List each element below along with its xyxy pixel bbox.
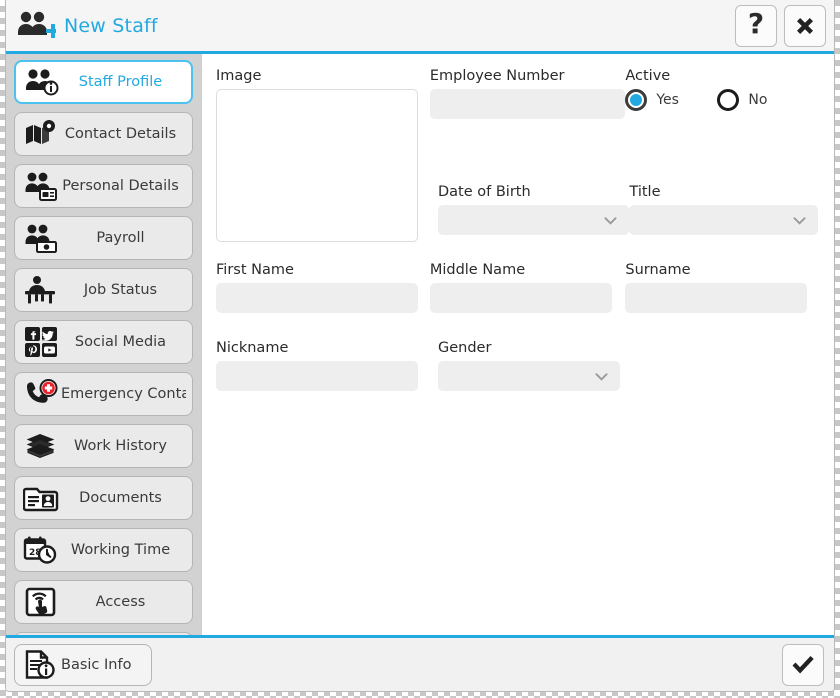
sidebar-item-label: Social Media — [74, 334, 167, 350]
field-nickname: Nickname — [216, 340, 438, 391]
active-radio-no[interactable]: No — [717, 89, 767, 111]
surname-input[interactable] — [625, 283, 808, 313]
dialog-body: Staff Profile Contact Details Personal D… — [6, 54, 834, 635]
first-name-input[interactable] — [216, 283, 418, 313]
sidebar-item-access[interactable]: Access — [14, 580, 193, 624]
sidebar-item-social-media[interactable]: Social Media — [14, 320, 193, 364]
sidebar-item-label: Access — [95, 594, 146, 610]
middle-name-input[interactable] — [429, 283, 612, 313]
sidebar-item-label: Job Status — [83, 282, 158, 298]
radio-no-label: No — [748, 92, 768, 108]
sidebar-item-payroll[interactable]: Payroll — [14, 216, 193, 260]
active-label: Active — [625, 68, 671, 84]
nickname-input[interactable] — [216, 361, 418, 391]
field-date-of-birth: Date of Birth — [438, 184, 630, 235]
active-radio-group[interactable]: Yes No — [625, 89, 818, 111]
sidebar-item-label: Personal Details — [62, 178, 179, 194]
sidebar-item-label: Contact Details — [64, 126, 177, 142]
date-of-birth-label: Date of Birth — [438, 184, 531, 200]
sidebar-item-label: Emergency Contact — [61, 386, 186, 402]
basic-info-label: Basic Info — [61, 656, 132, 673]
basic-info-icon — [21, 648, 61, 682]
form-row-3: First Name Middle Name Surname — [216, 262, 818, 313]
staff-profile-icon — [22, 65, 62, 99]
field-middle-name: Middle Name — [429, 262, 626, 313]
basic-info-button[interactable]: Basic Info — [14, 643, 153, 686]
documents-icon — [21, 481, 61, 515]
add-staff-icon — [16, 9, 56, 43]
sidebar-item-work-history[interactable]: Work History — [14, 424, 193, 468]
middle-name-label: Middle Name — [429, 262, 526, 278]
job-status-icon — [21, 273, 61, 307]
radio-yes-label: Yes — [656, 92, 679, 108]
field-image: Image — [216, 68, 430, 242]
page-title: New Staff — [64, 14, 158, 37]
form-row-4: Nickname Gender — [216, 340, 818, 391]
sidebar-item-label: Work History — [74, 438, 167, 454]
radio-yes-indicator[interactable] — [625, 89, 648, 111]
sidebar-item-label: Staff Profile — [78, 74, 163, 90]
date-of-birth-select[interactable] — [438, 205, 630, 235]
sidebar-item-personal-details[interactable]: Personal Details — [14, 164, 193, 208]
new-staff-dialog: New Staff ? Staff Profile Contact Detail… — [5, 0, 835, 692]
sidebar-item-more[interactable] — [14, 632, 193, 635]
emergency-contact-icon — [21, 377, 61, 411]
sidebar-item-contact-details[interactable]: Contact Details — [14, 112, 193, 156]
sidebar-item-label: Working Time — [70, 542, 171, 558]
field-surname: Surname — [625, 262, 818, 313]
title-bar: New Staff ? — [6, 0, 834, 54]
help-button[interactable]: ? — [735, 4, 777, 47]
chevron-down-icon — [595, 373, 608, 381]
active-radio-yes[interactable]: Yes — [625, 89, 717, 111]
sidebar-item-working-time[interactable]: 28 Working Time — [14, 528, 193, 572]
nickname-label: Nickname — [216, 340, 289, 356]
first-name-label: First Name — [216, 262, 294, 278]
personal-details-icon — [21, 169, 61, 203]
working-time-icon: 28 — [21, 533, 61, 567]
check-icon — [792, 655, 814, 673]
sidebar-nav[interactable]: Staff Profile Contact Details Personal D… — [6, 54, 202, 635]
footer-bar: Basic Info — [6, 635, 834, 691]
work-history-icon — [21, 429, 61, 463]
radio-no-indicator[interactable] — [717, 89, 740, 111]
gender-label: Gender — [438, 340, 492, 356]
employee-number-input[interactable] — [429, 89, 626, 119]
sidebar-item-staff-profile[interactable]: Staff Profile — [14, 60, 193, 104]
sidebar-item-emergency-contact[interactable]: Emergency Contact — [14, 372, 193, 416]
field-title: Title — [629, 184, 818, 235]
sidebar-item-documents[interactable]: Documents — [14, 476, 193, 520]
field-first-name: First Name — [216, 262, 430, 313]
sidebar-item-label: Payroll — [96, 230, 145, 246]
social-media-icon — [21, 325, 61, 359]
title-field-label: Title — [629, 184, 661, 200]
payroll-icon — [21, 221, 61, 255]
sidebar-item-job-status[interactable]: Job Status — [14, 268, 193, 312]
gender-select[interactable] — [438, 361, 620, 391]
surname-label: Surname — [625, 262, 691, 278]
chevron-down-icon — [793, 217, 806, 225]
close-button[interactable] — [784, 4, 826, 47]
contact-details-icon — [21, 117, 61, 151]
confirm-button[interactable] — [782, 643, 824, 686]
employee-number-label: Employee Number — [429, 68, 565, 84]
access-icon — [21, 585, 61, 619]
staff-profile-form: Image Employee Number Active Yes No Date… — [202, 54, 834, 635]
title-select[interactable] — [629, 205, 818, 235]
chevron-down-icon — [604, 217, 617, 225]
close-icon — [797, 17, 813, 34]
image-label: Image — [216, 68, 262, 84]
field-gender: Gender — [438, 340, 641, 391]
image-dropzone[interactable] — [216, 89, 418, 242]
sidebar-item-label: Documents — [79, 490, 162, 506]
